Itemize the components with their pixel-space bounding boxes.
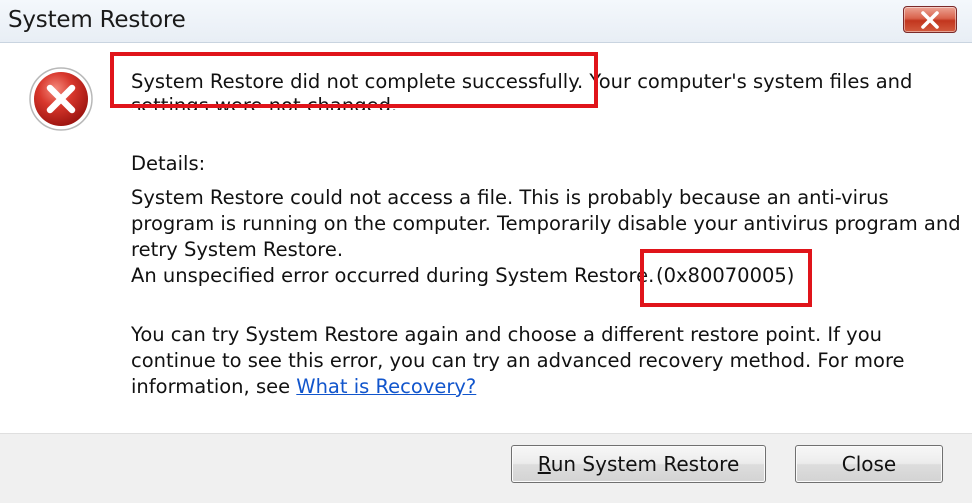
- details-line: program is running on the computer. Temp…: [131, 212, 961, 235]
- details-line: An unspecified error occurred during Sys…: [131, 264, 655, 287]
- window-title: System Restore: [8, 7, 186, 33]
- system-restore-dialog: System Restore System Restore did not co…: [0, 0, 972, 503]
- hint-line-with-link: information, see What is Recovery?: [131, 375, 476, 399]
- what-is-recovery-link[interactable]: What is Recovery?: [296, 375, 476, 398]
- close-button[interactable]: Close: [795, 445, 943, 483]
- run-button-label: un System Restore: [550, 452, 740, 476]
- close-icon: [921, 11, 939, 29]
- hint-line: information, see: [131, 375, 297, 398]
- hint-line: continue to see this error, you can try …: [131, 349, 905, 372]
- annotation-box-headline: [110, 52, 598, 108]
- details-label: Details:: [131, 152, 206, 175]
- title-bar[interactable]: System Restore: [0, 0, 972, 43]
- run-button-mnemonic: R: [537, 452, 551, 476]
- hint-line: You can try System Restore again and cho…: [131, 323, 883, 346]
- details-line: System Restore could not access a file. …: [131, 186, 889, 209]
- error-icon: [28, 66, 94, 136]
- details-line: retry System Restore.: [131, 238, 344, 261]
- annotation-box-error-code: [640, 249, 812, 307]
- run-system-restore-button[interactable]: Run System Restore: [511, 445, 766, 483]
- window-close-button[interactable]: [903, 6, 957, 33]
